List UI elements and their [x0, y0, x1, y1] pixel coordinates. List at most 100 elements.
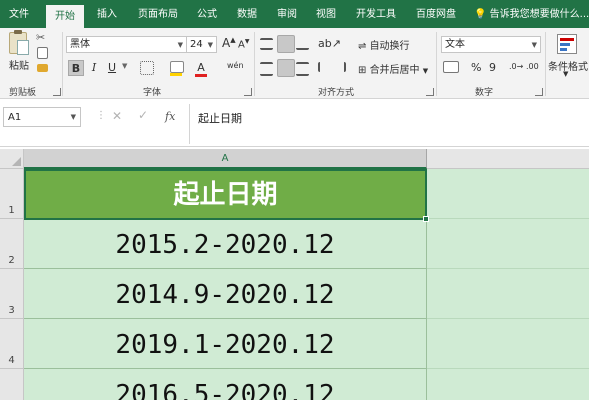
orientation-icon[interactable]: ab↗	[318, 37, 341, 50]
fill-color-icon[interactable]	[170, 61, 184, 76]
grow-font-label: A	[222, 36, 231, 50]
comma-button[interactable]: 9	[489, 61, 496, 74]
chevron-down-icon[interactable]: ▼	[563, 70, 568, 78]
clipboard-group-label: 剪贴板	[9, 88, 37, 98]
cell-a5[interactable]: 2016.5-2020.12	[24, 369, 427, 400]
insert-function-button[interactable]: fx	[165, 110, 175, 123]
decrease-indent-icon[interactable]	[318, 62, 330, 72]
tab-developer[interactable]: 开发工具	[352, 0, 400, 28]
number-group-label: 数字	[475, 88, 494, 98]
percent-button[interactable]: %	[471, 61, 481, 74]
chevron-down-icon: ▼	[70, 113, 76, 121]
align-center-icon[interactable]	[277, 59, 295, 77]
tab-home[interactable]: 开始	[46, 5, 84, 28]
fill-handle[interactable]	[423, 216, 429, 222]
cut-icon[interactable]: ✂	[36, 31, 45, 44]
row-header-1[interactable]: 1	[0, 169, 24, 219]
conditional-formatting-icon[interactable]	[557, 34, 577, 54]
shrink-font-label: A	[238, 39, 245, 51]
copy-icon[interactable]	[37, 47, 48, 59]
row-number: 4	[8, 355, 15, 366]
cell-a2[interactable]: 2015.2-2020.12	[24, 220, 427, 269]
grow-font-button[interactable]: A▲	[222, 36, 236, 50]
chevron-down-icon: ▼	[531, 41, 537, 49]
column-header-b[interactable]	[427, 149, 589, 169]
alignment-launcher-icon[interactable]	[426, 88, 434, 96]
increase-decimal-icon[interactable]: .0→	[509, 62, 523, 71]
border-icon[interactable]	[140, 61, 154, 75]
cell-b4[interactable]	[427, 319, 589, 369]
menu-bar: 文件 开始 插入 页面布局 公式 数据 审阅 视图 开发工具 百度网盘 💡 告诉…	[0, 0, 589, 28]
tab-review[interactable]: 审阅	[270, 0, 304, 28]
decrease-decimal-icon[interactable]: .00	[526, 62, 539, 71]
tab-view[interactable]: 视图	[309, 0, 343, 28]
merge-center-label: 合并后居中	[369, 65, 420, 76]
wrap-text-icon: ⇌	[358, 41, 370, 52]
cell-a1[interactable]: 起止日期	[24, 169, 427, 220]
format-painter-icon[interactable]	[37, 64, 48, 72]
shrink-font-button[interactable]: A▼	[238, 38, 249, 50]
row-header-5[interactable]	[0, 369, 24, 400]
increase-indent-icon[interactable]	[334, 62, 346, 72]
cell-b1[interactable]	[427, 169, 589, 219]
wrap-text-label: 自动换行	[369, 41, 410, 52]
tell-me-search[interactable]: 💡 告诉我您想要做什么...	[474, 0, 589, 28]
italic-button[interactable]: I	[86, 60, 102, 76]
group-separator	[545, 32, 546, 96]
tab-formulas[interactable]: 公式	[190, 0, 224, 28]
cell-b2[interactable]	[427, 219, 589, 269]
currency-icon[interactable]	[443, 61, 459, 73]
select-all-corner[interactable]	[0, 149, 24, 169]
align-bottom-icon[interactable]	[296, 38, 309, 50]
tab-insert[interactable]: 插入	[90, 0, 124, 28]
group-separator	[254, 32, 255, 96]
enter-icon[interactable]: ✓	[138, 108, 148, 122]
tab-page-layout[interactable]: 页面布局	[132, 0, 184, 28]
chevron-down-icon[interactable]: ▼	[122, 62, 127, 70]
row-number: 3	[8, 305, 15, 316]
row-header-3[interactable]: 3	[0, 269, 24, 319]
tab-file[interactable]: 文件	[2, 0, 36, 28]
align-middle-icon[interactable]	[277, 35, 295, 53]
column-header-a[interactable]: A	[24, 149, 427, 169]
cell-b5[interactable]	[427, 369, 589, 400]
font-size-combo[interactable]: 24 ▼	[186, 36, 217, 53]
chevron-down-icon: ▼	[177, 41, 183, 49]
underline-button[interactable]: U	[104, 60, 120, 76]
merge-center-icon: ⊞	[358, 65, 370, 76]
tab-baidu-netdisk[interactable]: 百度网盘	[410, 0, 462, 28]
phonetic-button[interactable]: wén	[227, 61, 244, 70]
paste-button[interactable]: 粘贴	[9, 57, 29, 72]
lightbulb-icon: 💡	[474, 9, 487, 20]
align-right-icon[interactable]	[296, 62, 309, 76]
number-launcher-icon[interactable]	[535, 88, 543, 96]
name-box-value: A1	[8, 112, 22, 123]
cell-a4[interactable]: 2019.1-2020.12	[24, 319, 427, 369]
name-box[interactable]: A1 ▼	[3, 107, 81, 127]
cancel-icon[interactable]: ✕	[112, 109, 122, 123]
number-format-combo[interactable]: 文本 ▼	[441, 36, 541, 53]
alignment-group-label: 对齐方式	[318, 88, 355, 98]
wrap-text-button[interactable]: ⇌ 自动换行	[358, 37, 410, 52]
align-top-icon[interactable]	[260, 38, 273, 50]
paste-icon[interactable]	[9, 30, 29, 55]
row-number: 1	[8, 205, 15, 216]
group-separator	[62, 32, 63, 96]
clipboard-launcher-icon[interactable]	[53, 88, 61, 96]
merge-center-button[interactable]: ⊞ 合并后居中 ▼	[358, 61, 428, 76]
font-launcher-icon[interactable]	[244, 88, 252, 96]
formula-input[interactable]: 起止日期	[189, 104, 589, 144]
align-left-icon[interactable]	[260, 62, 273, 76]
chevron-down-icon: ▼	[207, 41, 213, 49]
row-header-4[interactable]: 4	[0, 319, 24, 369]
tell-me-text: 告诉我您想要做什么...	[489, 9, 589, 20]
cell-b3[interactable]	[427, 269, 589, 319]
font-color-button[interactable]: A	[193, 60, 209, 77]
font-size-value: 24	[190, 39, 203, 50]
row-header-2[interactable]: 2	[0, 219, 24, 269]
cell-a3[interactable]: 2014.9-2020.12	[24, 269, 427, 319]
bold-button[interactable]: B	[68, 60, 84, 76]
select-all-icon	[12, 157, 21, 166]
font-name-combo[interactable]: 黑体 ▼	[66, 36, 187, 53]
tab-data[interactable]: 数据	[230, 0, 264, 28]
